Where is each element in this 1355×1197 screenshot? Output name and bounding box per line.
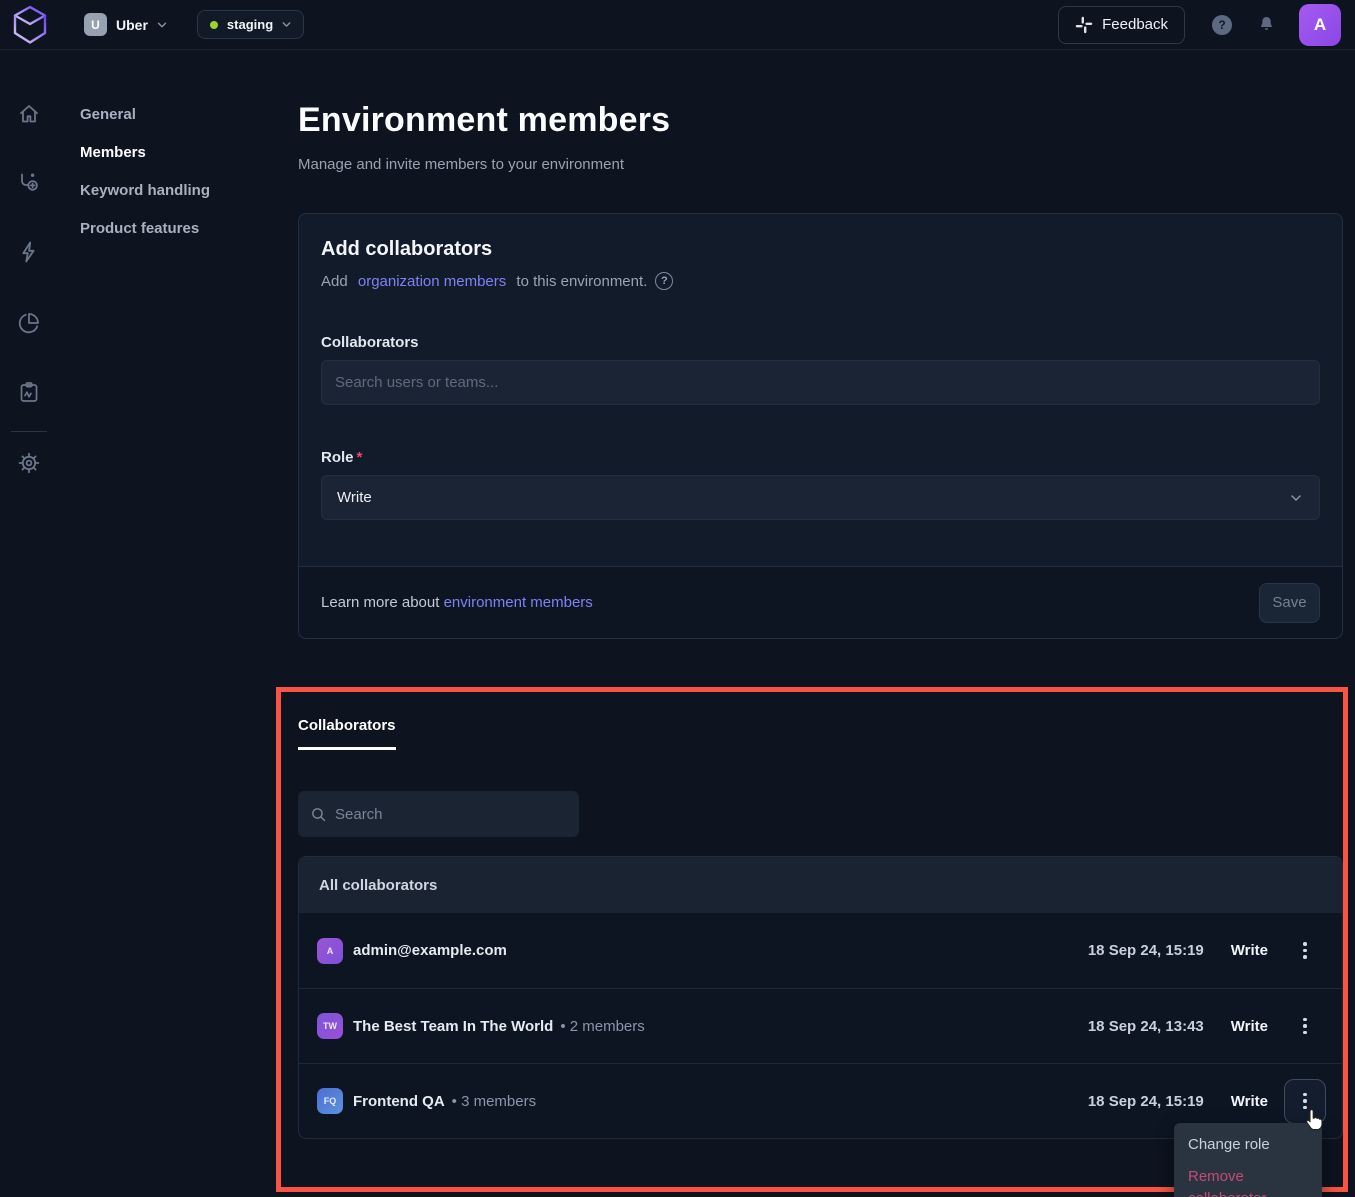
collaborators-search-input[interactable] — [335, 374, 1306, 391]
reports-clipboard-icon[interactable] — [17, 380, 41, 404]
required-mark: * — [357, 449, 363, 466]
page-title: Environment members — [298, 100, 1343, 140]
app-screen: U Uber staging — [0, 0, 1355, 1197]
table-row[interactable]: A admin@example.com 18 Sep 24, 15:19 Wri… — [299, 913, 1342, 988]
environment-status-dot — [210, 21, 218, 29]
kebab-icon — [1303, 942, 1307, 959]
table-group-header: All collaborators — [299, 857, 1342, 913]
environment-members-link[interactable]: environment members — [444, 594, 593, 611]
avatar: A — [317, 938, 343, 964]
app-logo-icon[interactable] — [10, 4, 50, 46]
card-description: Add organization members to this environ… — [321, 272, 1320, 290]
avatar: TW — [317, 1013, 343, 1039]
home-icon[interactable] — [17, 102, 41, 126]
collaborator-meta: • 3 members — [452, 1093, 536, 1110]
role-value: Write — [1231, 1018, 1268, 1035]
environment-name: staging — [227, 17, 273, 32]
tab-collaborators[interactable]: Collaborators — [298, 717, 396, 750]
add-collaborators-card: Add collaborators Add organization membe… — [298, 213, 1343, 639]
environment-switcher[interactable]: staging — [197, 10, 304, 39]
menu-item-change-role[interactable]: Change role — [1174, 1130, 1322, 1160]
collaborator-meta: • 2 members — [560, 1018, 644, 1035]
settings-gear-icon[interactable] — [17, 451, 41, 475]
chevron-down-icon — [155, 18, 169, 32]
row-context-menu: Change role Remove collaborator — [1174, 1123, 1322, 1197]
collaborators-table: All collaborators A admin@example.com 18… — [298, 856, 1343, 1139]
subnav-item-keyword-handling[interactable]: Keyword handling — [80, 171, 280, 209]
kebab-icon — [1303, 1018, 1307, 1035]
slack-icon — [1075, 16, 1093, 34]
chevron-down-icon — [1288, 490, 1304, 506]
org-switcher[interactable]: U Uber — [84, 13, 169, 36]
help-icon[interactable]: ? — [1212, 15, 1232, 35]
collaborators-table-search[interactable] — [298, 791, 579, 837]
role-select-value: Write — [337, 489, 372, 506]
chevron-down-icon — [280, 18, 293, 31]
subnav-item-general[interactable]: General — [80, 95, 280, 133]
collaborators-field-label: Collaborators — [321, 334, 1320, 351]
analytics-pie-icon[interactable] — [17, 311, 41, 335]
feedback-button[interactable]: Feedback — [1058, 6, 1185, 44]
user-avatar[interactable]: A — [1299, 4, 1341, 46]
notifications-bell-icon[interactable] — [1257, 15, 1276, 34]
collaborator-name: Frontend QA — [353, 1093, 445, 1110]
icon-rail — [0, 50, 58, 1197]
subnav-item-product-features[interactable]: Product features — [80, 209, 280, 247]
subnav-item-members[interactable]: Members — [80, 133, 280, 171]
added-date: 18 Sep 24, 15:19 — [1088, 942, 1204, 959]
settings-subnav: General Members Keyword handling Product… — [80, 50, 280, 247]
row-menu-button[interactable] — [1284, 1004, 1326, 1049]
main-content: Environment members Manage and invite me… — [298, 50, 1343, 639]
collaborators-search-field[interactable] — [321, 360, 1320, 405]
collaborator-name: admin@example.com — [353, 942, 507, 959]
kebab-icon — [1303, 1093, 1307, 1110]
add-collaborators-card-body: Add collaborators Add organization membe… — [299, 214, 1342, 566]
collaborator-name: The Best Team In The World — [353, 1018, 553, 1035]
keyword-add-icon[interactable] — [17, 170, 41, 194]
role-field-label: Role* — [321, 449, 1320, 466]
flags-lightning-icon[interactable] — [17, 240, 41, 264]
org-name: Uber — [116, 17, 148, 33]
collaborators-section-annotated: Collaborators All collaborators A admin@… — [276, 687, 1348, 1192]
collaborators-table-search-input[interactable] — [335, 806, 567, 823]
role-value: Write — [1231, 942, 1268, 959]
topbar: U Uber staging — [0, 0, 1355, 50]
question-circle-icon[interactable]: ? — [655, 272, 673, 290]
org-badge: U — [84, 13, 107, 36]
organization-members-link[interactable]: organization members — [358, 273, 506, 290]
learn-more-text: Learn more about environment members — [321, 594, 593, 611]
row-menu-button[interactable] — [1284, 928, 1326, 973]
feedback-label: Feedback — [1102, 16, 1168, 33]
card-footer: Learn more about environment members Sav… — [299, 566, 1342, 638]
menu-item-remove-collaborator[interactable]: Remove collaborator — [1174, 1162, 1322, 1197]
role-value: Write — [1231, 1093, 1268, 1110]
search-icon — [310, 806, 327, 823]
table-row[interactable]: TW The Best Team In The World • 2 member… — [299, 988, 1342, 1063]
avatar: FQ — [317, 1088, 343, 1114]
topbar-right: Feedback ? A — [1058, 4, 1341, 46]
row-menu-button-active[interactable] — [1284, 1079, 1326, 1124]
rail-divider — [11, 431, 47, 432]
save-button[interactable]: Save — [1259, 583, 1320, 623]
card-title: Add collaborators — [321, 238, 1320, 261]
added-date: 18 Sep 24, 13:43 — [1088, 1018, 1204, 1035]
page-subtitle: Manage and invite members to your enviro… — [298, 156, 1343, 173]
added-date: 18 Sep 24, 15:19 — [1088, 1093, 1204, 1110]
role-select[interactable]: Write — [321, 475, 1320, 520]
